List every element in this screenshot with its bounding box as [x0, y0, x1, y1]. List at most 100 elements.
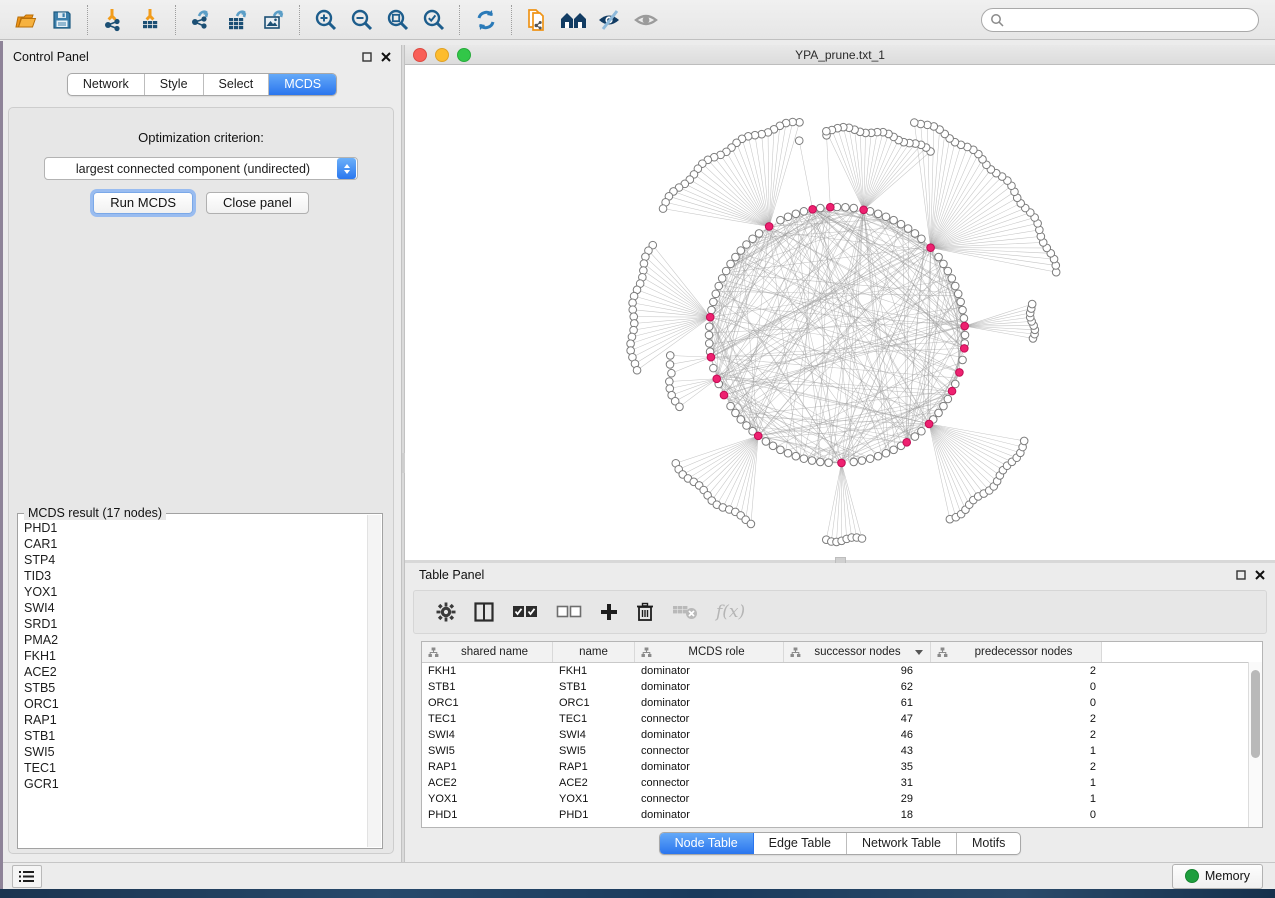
- scrollbar-thumb[interactable]: [1251, 670, 1260, 758]
- column-header-label: name: [557, 646, 630, 658]
- mcds-result-item[interactable]: RAP1: [24, 712, 367, 728]
- cell-mcds_role: connector: [635, 775, 784, 791]
- column-header-MCDS-role[interactable]: MCDS role: [635, 642, 784, 662]
- deselect-all-icon[interactable]: [556, 605, 582, 619]
- cell-name: ORC1: [553, 695, 635, 711]
- tab-edge-table[interactable]: Edge Table: [754, 833, 847, 854]
- criterion-dropdown[interactable]: largest connected component (undirected): [44, 157, 358, 180]
- run-mcds-button[interactable]: Run MCDS: [93, 192, 193, 214]
- cell-mcds_role: dominator: [635, 663, 784, 679]
- table-row[interactable]: PHD1PHD1dominator180: [422, 807, 1262, 823]
- hide-selected-button[interactable]: [592, 4, 628, 36]
- export-table-button[interactable]: [220, 4, 256, 36]
- mcds-result-item[interactable]: YOX1: [24, 584, 367, 600]
- mcds-result-item[interactable]: SWI5: [24, 744, 367, 760]
- delete-column-icon[interactable]: [636, 602, 654, 622]
- tab-network[interactable]: Network: [68, 74, 145, 95]
- import-network-button[interactable]: [96, 4, 132, 36]
- import-table-button[interactable]: [132, 4, 168, 36]
- clone-network-button[interactable]: [520, 4, 556, 36]
- mcds-result-item[interactable]: CAR1: [24, 536, 367, 552]
- toolbar-separator: [87, 5, 89, 35]
- zoom-selected-button[interactable]: [416, 4, 452, 36]
- float-window-icon[interactable]: [1236, 570, 1246, 580]
- table-body[interactable]: FKH1FKH1dominator962STB1STB1dominator620…: [422, 663, 1262, 823]
- close-panel-button[interactable]: Close panel: [206, 192, 309, 214]
- table-row[interactable]: ORC1ORC1dominator610: [422, 695, 1262, 711]
- node-table[interactable]: shared name name MCDS rolesuccessor nodes p…: [421, 641, 1263, 828]
- cell-mcds_role: dominator: [635, 727, 784, 743]
- zoom-out-button[interactable]: [344, 4, 380, 36]
- tab-select[interactable]: Select: [204, 74, 270, 95]
- column-type-icon: [641, 647, 652, 658]
- save-session-button[interactable]: [44, 4, 80, 36]
- desktop-edge: [0, 41, 3, 889]
- column-header-predecessor-nodes[interactable]: predecessor nodes: [931, 642, 1102, 662]
- export-image-button[interactable]: [256, 4, 292, 36]
- mcds-result-item[interactable]: PHD1: [24, 520, 367, 536]
- table-row[interactable]: ACE2ACE2connector311: [422, 775, 1262, 791]
- dropdown-stepper-icon: [337, 158, 356, 179]
- network-canvas[interactable]: [405, 65, 1275, 560]
- mcds-result-item[interactable]: ORC1: [24, 696, 367, 712]
- tab-network-table[interactable]: Network Table: [847, 833, 957, 854]
- cell-successor_nodes: 31: [784, 775, 931, 791]
- search-input[interactable]: [1009, 12, 1250, 28]
- close-panel-icon[interactable]: [381, 52, 391, 62]
- table-header-row[interactable]: shared name name MCDS rolesuccessor nodes p…: [422, 642, 1262, 663]
- tab-motifs[interactable]: Motifs: [957, 833, 1020, 854]
- mcds-result-item[interactable]: ACE2: [24, 664, 367, 680]
- add-column-icon[interactable]: [600, 603, 618, 621]
- cell-mcds_role: connector: [635, 791, 784, 807]
- table-row[interactable]: TEC1TEC1connector472: [422, 711, 1262, 727]
- table-row[interactable]: FKH1FKH1dominator962: [422, 663, 1262, 679]
- mcds-result-item[interactable]: GCR1: [24, 776, 367, 792]
- mcds-result-item[interactable]: SWI4: [24, 600, 367, 616]
- tab-mcds[interactable]: MCDS: [269, 74, 336, 95]
- column-header-name[interactable]: name: [553, 642, 635, 662]
- column-header-shared-name[interactable]: shared name: [422, 642, 553, 662]
- mcds-result-item[interactable]: SRD1: [24, 616, 367, 632]
- tab-style[interactable]: Style: [145, 74, 204, 95]
- refresh-layout-button[interactable]: [468, 4, 504, 36]
- open-session-button[interactable]: [8, 4, 44, 36]
- close-panel-icon[interactable]: [1255, 570, 1265, 580]
- mcds-result-list[interactable]: PHD1CAR1STP4TID3YOX1SWI4SRD1PMA2FKH1ACE2…: [20, 520, 367, 846]
- zoom-fit-button[interactable]: [380, 4, 416, 36]
- table-scrollbar[interactable]: [1248, 662, 1262, 827]
- zoom-in-button[interactable]: [308, 4, 344, 36]
- task-history-button[interactable]: [12, 865, 42, 888]
- mcds-result-scrollbar[interactable]: [367, 515, 381, 847]
- column-layout-icon[interactable]: [474, 602, 494, 622]
- mcds-result-item[interactable]: PMA2: [24, 632, 367, 648]
- clone-network-icon: [526, 7, 550, 33]
- import-network-icon: [102, 8, 126, 32]
- export-network-button[interactable]: [184, 4, 220, 36]
- mcds-result-item[interactable]: FKH1: [24, 648, 367, 664]
- table-row[interactable]: SWI5SWI5connector431: [422, 743, 1262, 759]
- memory-button[interactable]: Memory: [1172, 864, 1263, 889]
- table-row[interactable]: SWI4SWI4dominator462: [422, 727, 1262, 743]
- table-row[interactable]: YOX1YOX1connector291: [422, 791, 1262, 807]
- first-neighbors-button[interactable]: [556, 4, 592, 36]
- mcds-result-item[interactable]: STB5: [24, 680, 367, 696]
- cell-successor_nodes: 18: [784, 807, 931, 823]
- column-header-successor-nodes[interactable]: successor nodes: [784, 642, 931, 662]
- cell-name: FKH1: [553, 663, 635, 679]
- column-header-label: predecessor nodes: [950, 646, 1097, 658]
- select-all-icon[interactable]: [512, 605, 538, 619]
- mcds-result-item[interactable]: STP4: [24, 552, 367, 568]
- mcds-result-item[interactable]: TID3: [24, 568, 367, 584]
- table-row[interactable]: STB1STB1dominator620: [422, 679, 1262, 695]
- show-all-button[interactable]: [628, 4, 664, 36]
- mcds-result-item[interactable]: STB1: [24, 728, 367, 744]
- search-field[interactable]: [981, 8, 1259, 32]
- float-window-icon[interactable]: [362, 52, 372, 62]
- table-row[interactable]: RAP1RAP1dominator352: [422, 759, 1262, 775]
- function-builder-icon: f(x): [716, 602, 745, 622]
- tab-node-table[interactable]: Node Table: [660, 833, 754, 854]
- mcds-result-item[interactable]: TEC1: [24, 760, 367, 776]
- cell-mcds_role: dominator: [635, 695, 784, 711]
- network-window-titlebar[interactable]: YPA_prune.txt_1: [405, 45, 1275, 65]
- gear-icon[interactable]: [436, 602, 456, 622]
